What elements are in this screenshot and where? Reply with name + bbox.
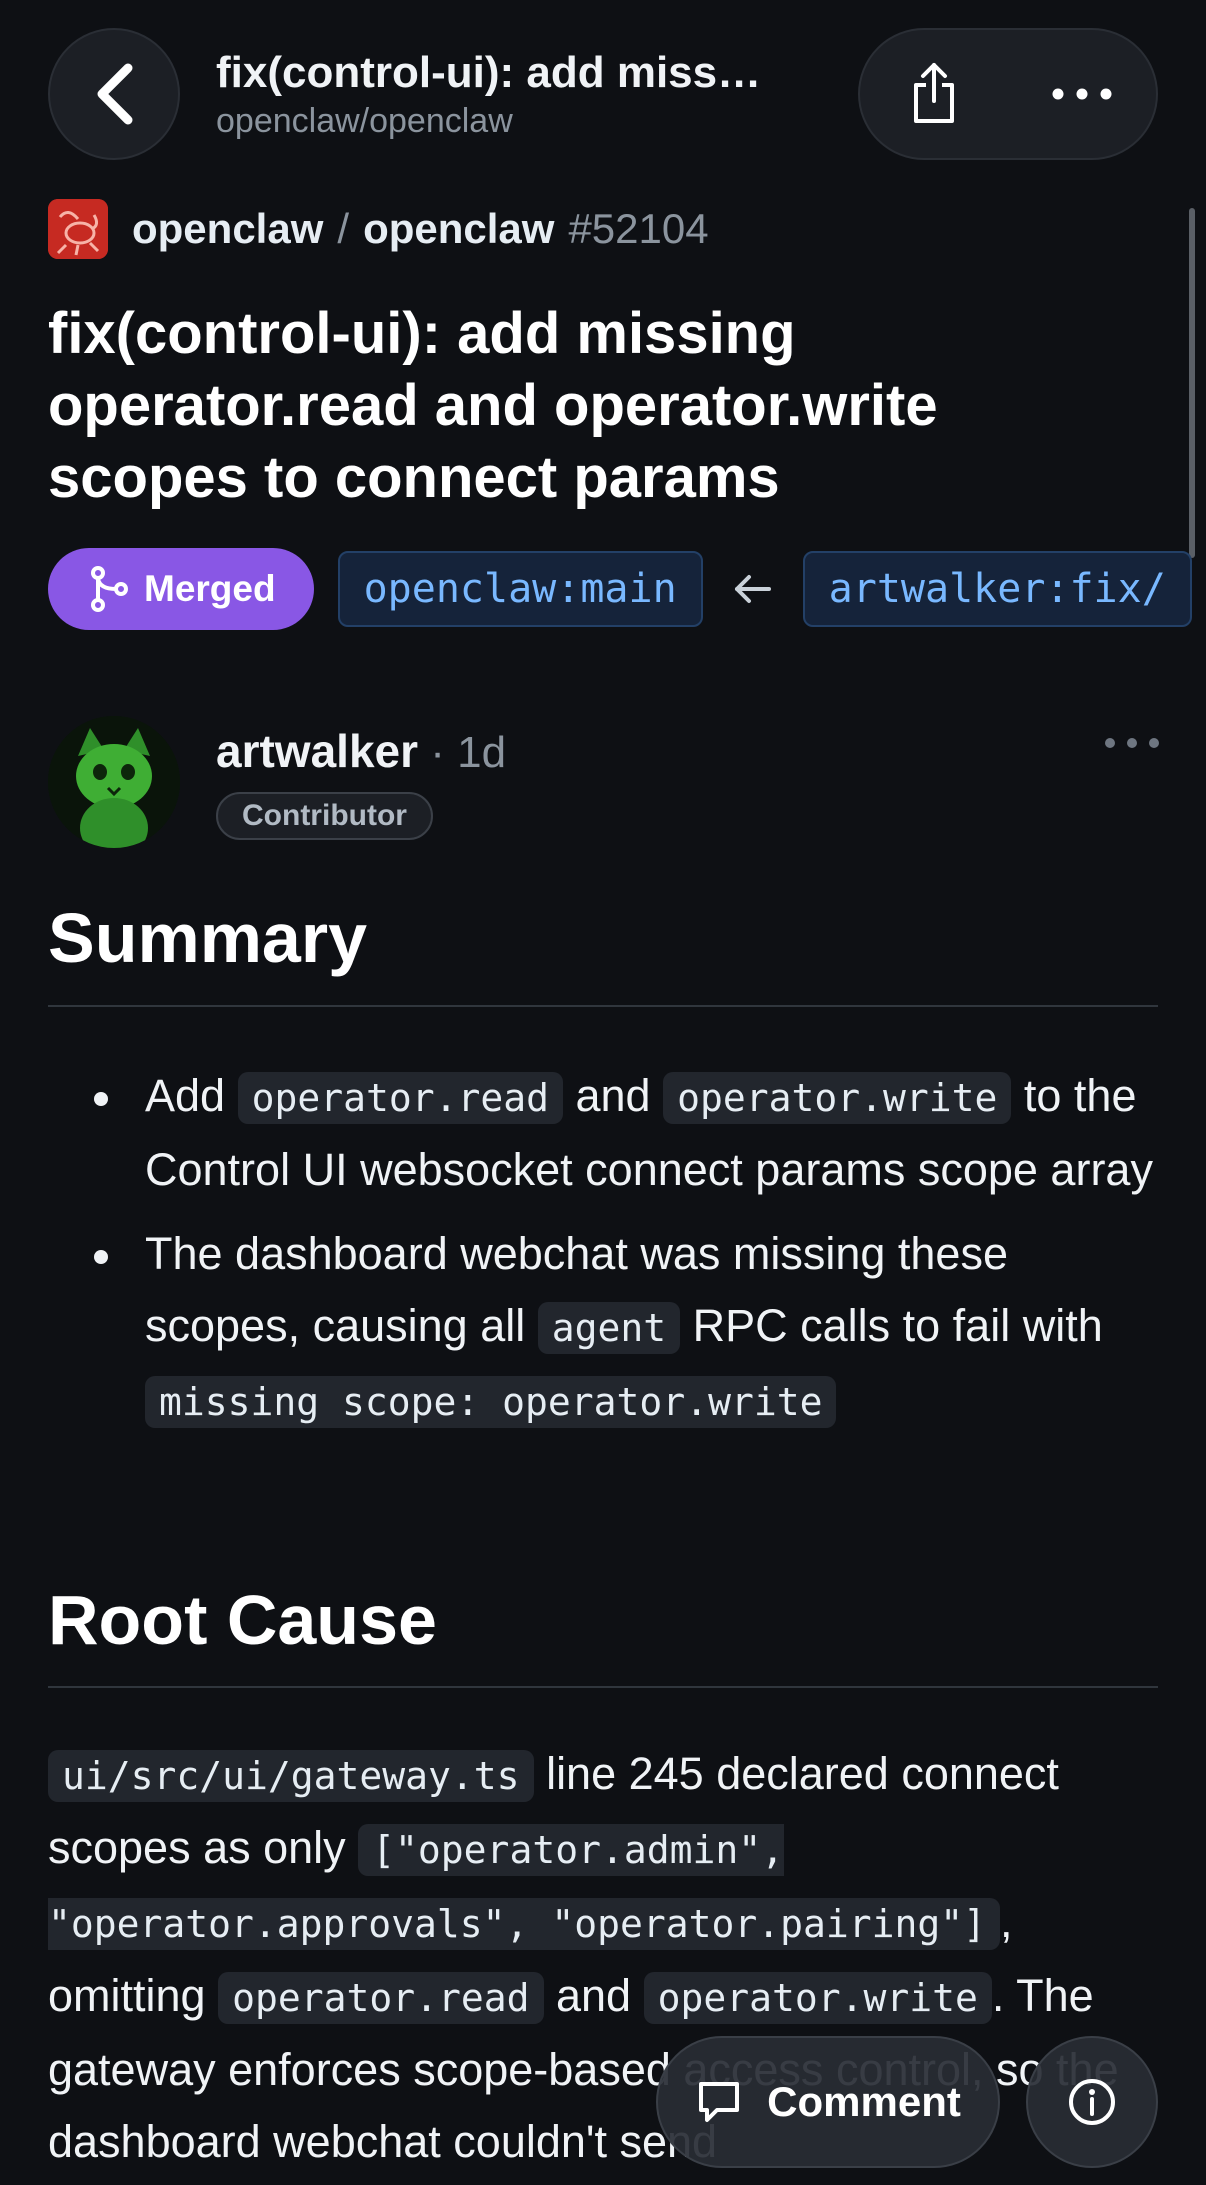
text: Add: [145, 1070, 238, 1121]
summary-divider: [48, 1005, 1158, 1007]
repo-separator: /: [337, 205, 350, 252]
share-icon: [914, 63, 954, 123]
info-button[interactable]: [1026, 2036, 1158, 2168]
repo-breadcrumb: openclaw / openclaw #52104: [48, 198, 709, 260]
arrow-left-icon: [733, 573, 773, 605]
head-branch[interactable]: artwalker:fix/: [802, 551, 1192, 627]
contributor-badge: Contributor: [216, 792, 433, 840]
inline-code: agent: [537, 1302, 681, 1354]
more-button[interactable]: [1008, 30, 1156, 158]
cat-avatar-icon: [48, 716, 180, 848]
header-actions: [858, 28, 1158, 160]
merged-label: Merged: [144, 568, 276, 609]
header-subtitle: openclaw/openclaw: [216, 102, 513, 140]
comment-button[interactable]: Comment: [656, 2036, 1000, 2168]
text: and: [543, 1970, 644, 2021]
info-icon: [1069, 2079, 1115, 2125]
comment-icon: [699, 2082, 740, 2122]
summary-heading: Summary: [48, 899, 368, 977]
repo-avatar[interactable]: [48, 199, 108, 259]
list-item: Add operator.read and operator.write to …: [48, 1060, 1168, 1206]
inline-code: ui/src/ui/gateway.ts: [48, 1750, 534, 1802]
list-item: The dashboard webchat was missing these …: [48, 1218, 1168, 1438]
merge-icon: [91, 566, 128, 612]
comment-button-label: Comment: [767, 2078, 961, 2125]
inline-code: operator.write: [643, 1972, 992, 2024]
scrollbar[interactable]: [1189, 208, 1195, 558]
chevron-left-icon: [97, 63, 133, 125]
pr-number: #52104: [568, 205, 709, 252]
root-cause-divider: [48, 1686, 1158, 1688]
base-branch[interactable]: openclaw:main: [337, 551, 703, 627]
summary-list: Add operator.read and operator.write to …: [48, 1060, 1168, 1450]
more-horizontal-icon: [1052, 88, 1112, 100]
inline-code: operator.read: [218, 1972, 544, 2024]
back-button[interactable]: [48, 28, 180, 160]
text: and: [563, 1070, 664, 1121]
repo-owner[interactable]: openclaw: [132, 205, 323, 253]
comment-timestamp: · 1d: [418, 728, 507, 777]
root-cause-paragraph: ui/src/ui/gateway.ts line 245 declared c…: [48, 1738, 1178, 2178]
lobster-logo-icon: [48, 199, 108, 259]
top-bar: fix(control-ui): add miss… openclaw/open…: [0, 0, 1206, 190]
repo-name[interactable]: openclaw: [363, 205, 554, 253]
more-horizontal-icon: [1105, 738, 1159, 748]
comment-author[interactable]: artwalker · 1d: [216, 724, 506, 778]
root-cause-heading: Root Cause: [48, 1581, 437, 1659]
avatar[interactable]: [48, 716, 180, 848]
author-username[interactable]: artwalker: [216, 725, 418, 777]
inline-code: operator.read: [237, 1072, 563, 1124]
pr-title: fix(control-ui): add missing operator.re…: [48, 301, 938, 510]
merged-status-badge: Merged: [48, 548, 314, 630]
inline-code: operator.write: [663, 1072, 1012, 1124]
comment-options-button[interactable]: [1104, 736, 1160, 760]
share-button[interactable]: [860, 30, 1008, 158]
header-title: fix(control-ui): add miss…: [216, 48, 762, 97]
inline-code: missing scope: operator.write: [145, 1376, 837, 1428]
pull-request-screen: fix(control-ui): add miss… openclaw/open…: [0, 0, 1206, 2185]
pr-status-row: Merged openclaw:main artwalker:fix/: [48, 548, 1206, 630]
text: RPC calls to fail with: [680, 1300, 1103, 1351]
